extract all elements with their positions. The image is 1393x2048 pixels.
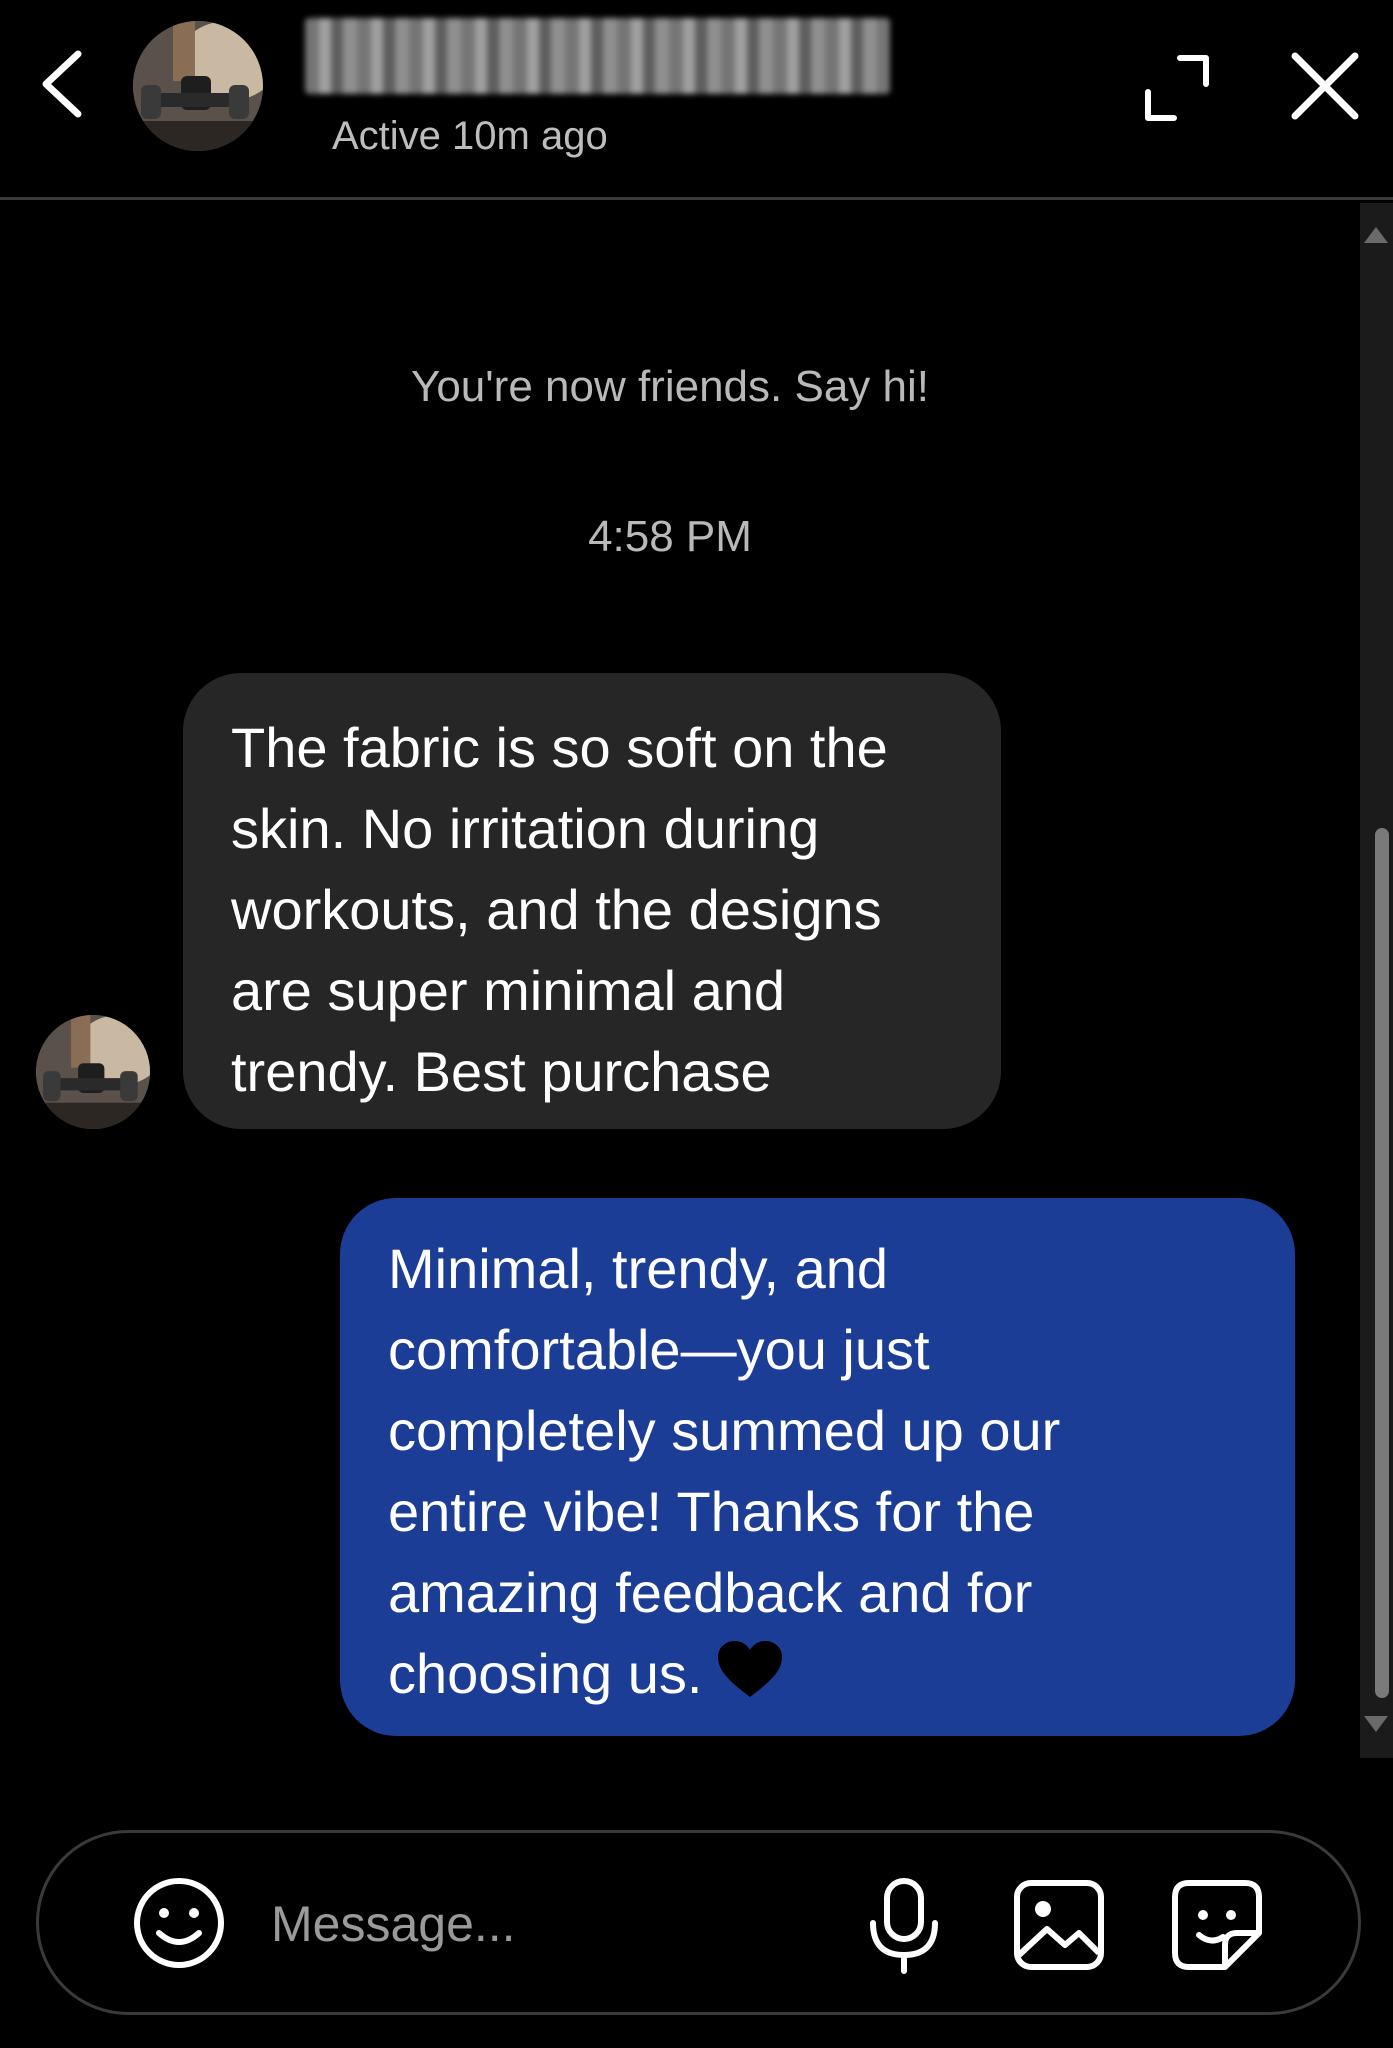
expand-button[interactable]	[1140, 50, 1216, 126]
message-input[interactable]	[271, 1878, 851, 1970]
scroll-up-arrow-icon[interactable]	[1360, 221, 1393, 251]
sender-avatar[interactable]	[36, 1015, 150, 1129]
heart-icon	[718, 1641, 783, 1697]
friends-system-message: You're now friends. Say hi!	[411, 362, 929, 411]
contact-name-redacted	[305, 18, 890, 94]
message-timestamp: 4:58 PM	[588, 512, 752, 561]
sticker-icon	[1172, 1880, 1262, 1970]
message-composer	[36, 1830, 1361, 2015]
expand-icon	[1145, 55, 1209, 121]
chat-header: Active 10m ago	[0, 0, 1393, 200]
active-status: Active 10m ago	[332, 114, 608, 158]
emoji-button[interactable]	[129, 1873, 229, 1973]
smiley-icon	[134, 1878, 224, 1968]
chevron-left-icon	[42, 50, 82, 118]
contact-avatar[interactable]	[133, 21, 263, 151]
voice-message-button[interactable]	[859, 1875, 949, 1975]
scrollbar-thumb[interactable]	[1375, 828, 1389, 1698]
back-button[interactable]	[28, 44, 98, 124]
outgoing-message-text: Minimal, trendy, and comfortable—you jus…	[388, 1237, 1061, 1705]
avatar-photo	[36, 1015, 150, 1129]
avatar-photo	[133, 21, 263, 151]
chat-window: Active 10m ago You're now friends. Say h…	[0, 0, 1393, 2048]
scrollbar[interactable]	[1360, 203, 1393, 1758]
add-photo-button[interactable]	[1009, 1875, 1109, 1975]
close-button[interactable]	[1285, 46, 1365, 126]
scroll-down-arrow-icon[interactable]	[1360, 1708, 1393, 1738]
close-icon	[1291, 52, 1359, 120]
incoming-message-bubble[interactable]: The fabric is so soft on the skin. No ir…	[183, 673, 1001, 1129]
microphone-icon	[870, 1878, 938, 1974]
sticker-button[interactable]	[1167, 1875, 1267, 1975]
outgoing-message-bubble[interactable]: Minimal, trendy, and comfortable—you jus…	[340, 1198, 1295, 1736]
image-icon	[1014, 1880, 1104, 1970]
